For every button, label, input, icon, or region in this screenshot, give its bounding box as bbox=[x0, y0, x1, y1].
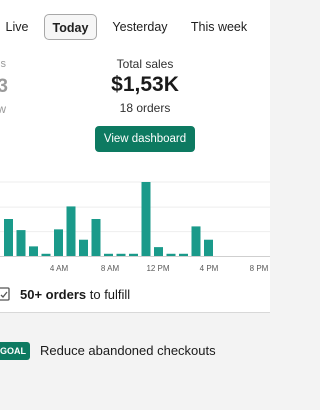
chart-bars bbox=[4, 182, 213, 256]
sales-bar-chart: 4 AM 8 AM 12 PM 4 PM 8 PM bbox=[0, 181, 270, 273]
tab-this-week[interactable]: This week bbox=[187, 14, 251, 40]
chart-bar bbox=[41, 253, 51, 256]
chart-bar bbox=[29, 246, 38, 256]
chart-bar bbox=[16, 230, 26, 256]
chart-bar bbox=[66, 206, 76, 256]
chart-bar bbox=[141, 182, 151, 256]
total-sales-label: Total sales bbox=[116, 57, 174, 71]
chart-bar bbox=[179, 253, 188, 256]
chart-bar bbox=[91, 219, 101, 256]
chart-bar bbox=[129, 253, 138, 256]
x-tick-label: 4 PM bbox=[200, 264, 219, 273]
view-dashboard-button[interactable]: View dashboard bbox=[95, 126, 195, 152]
chart-bar bbox=[154, 247, 163, 256]
orders-to-fulfill-count: 50+ orders bbox=[20, 287, 87, 302]
goal-badge: GOAL bbox=[0, 342, 30, 360]
chart-bar bbox=[104, 253, 113, 256]
x-tick-label: 12 PM bbox=[146, 264, 169, 273]
goal-row[interactable]: GOAL Reduce abandoned checkouts bbox=[0, 340, 270, 364]
tab-live[interactable]: Live bbox=[2, 14, 32, 40]
side-metric-value: 3 bbox=[0, 76, 8, 97]
chart-bar bbox=[191, 226, 201, 256]
sales-summary-card: Live Today Yesterday This week s 3 w Tot… bbox=[0, 0, 270, 313]
side-metric-label-top: s bbox=[0, 58, 7, 70]
orders-to-fulfill-row[interactable]: 50+ orders to fulfill bbox=[0, 283, 270, 307]
chart-bar bbox=[204, 239, 213, 256]
chart-gridlines bbox=[0, 181, 270, 257]
tab-today[interactable]: Today bbox=[44, 14, 97, 40]
period-tabs: Live Today Yesterday This week bbox=[0, 14, 270, 42]
orders-to-fulfill-suffix: to fulfill bbox=[86, 287, 131, 302]
chart-bar bbox=[4, 219, 13, 256]
x-tick-label: 4 AM bbox=[50, 264, 69, 273]
orders-to-fulfill-text: 50+ orders to fulfill bbox=[20, 287, 130, 302]
x-tick-label: 8 AM bbox=[101, 264, 120, 273]
tab-yesterday[interactable]: Yesterday bbox=[110, 14, 170, 40]
chart-bar bbox=[54, 229, 63, 256]
chart-x-ticks: 4 AM 8 AM 12 PM 4 PM 8 PM bbox=[50, 264, 269, 273]
x-tick-label: 8 PM bbox=[250, 264, 269, 273]
orders-count: 18 orders bbox=[119, 101, 171, 115]
chart-bar bbox=[79, 239, 88, 256]
total-sales-value: $1,53K bbox=[111, 73, 179, 96]
side-metric-sub: w bbox=[0, 102, 6, 116]
chart-bar bbox=[116, 253, 126, 256]
goal-title: Reduce abandoned checkouts bbox=[40, 343, 216, 358]
chart-bar bbox=[166, 253, 176, 256]
clipboard-icon bbox=[0, 287, 10, 301]
